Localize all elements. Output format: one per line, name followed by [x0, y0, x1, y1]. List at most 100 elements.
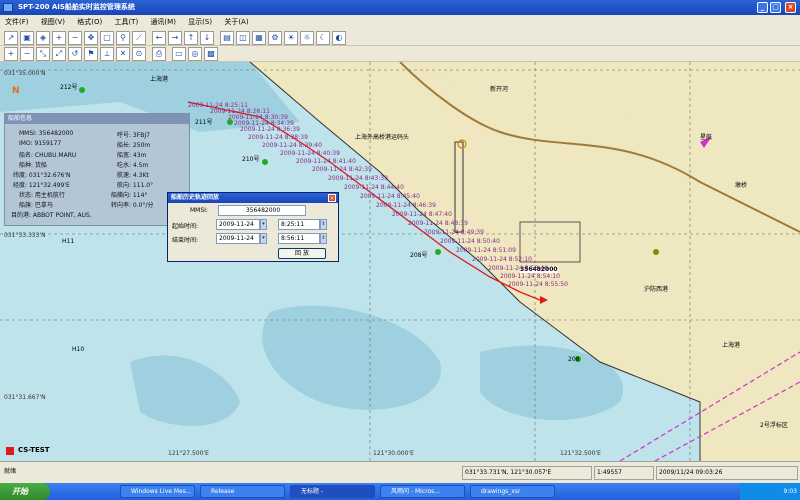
start-time-input[interactable]: 8:25:11: [278, 219, 320, 230]
lat-label-top: 031°35.000'N: [4, 70, 46, 77]
save-icon[interactable]: ▣: [20, 31, 34, 45]
info-mmsi: MMSI: 356482000: [19, 130, 74, 137]
info-course: 航向: 111.0°: [117, 182, 154, 189]
track-playback-dialog: 船舶历史轨迹回放 × MMSI: 356482000 起始时间: 2009-11…: [167, 192, 339, 262]
day-mode-icon[interactable]: ☼: [300, 31, 314, 45]
place-label: 210号: [242, 156, 260, 163]
menu-file[interactable]: 文件(F): [0, 15, 34, 30]
start-button[interactable]: 开始: [0, 483, 50, 500]
info-draft: 吃水: 4.5m: [117, 162, 149, 169]
lon-label-1: 121°27.500'E: [168, 450, 209, 457]
track-time: 2009-11-24 8:43:39: [328, 175, 388, 182]
track-time: 2009-11-24 8:53:40: [488, 265, 548, 272]
start-time-spinner[interactable]: ⇕: [320, 219, 327, 230]
task-item[interactable]: Windows Live Mes...: [120, 485, 195, 498]
start-date-dropdown-icon[interactable]: ▾: [260, 219, 267, 230]
place-label: 上海港: [722, 342, 741, 349]
info-imo: IMO: 9159177: [19, 140, 62, 147]
flag-icon[interactable]: ⚑: [84, 47, 98, 61]
place-label: 上海外高桥港运码头: [355, 134, 410, 141]
info-rot: 转向率: 0.0°/分: [111, 202, 154, 209]
status-bar: 就绪 031°33.731'N, 121°30.057'E 1:49557 20…: [0, 461, 800, 483]
ship-list-icon[interactable]: ▤: [220, 31, 234, 45]
end-time-spinner[interactable]: ⇕: [320, 233, 327, 244]
status-datetime: 2009/11/24 09:03:26: [656, 466, 798, 480]
start-date-picker[interactable]: 2009-11-24: [216, 219, 260, 230]
map-icon[interactable]: ▩: [204, 47, 218, 61]
arrow-left-icon[interactable]: ←: [152, 31, 166, 45]
mark-icon[interactable]: ✕: [116, 47, 130, 61]
task-item[interactable]: Release: [200, 485, 285, 498]
open-icon[interactable]: ↗: [4, 31, 18, 45]
track-time: 2009-11-24 8:50:40: [440, 238, 500, 245]
window-title: SPT-200 AIS船舶实时监控管理系统: [18, 3, 135, 11]
place-label: H11: [62, 238, 75, 245]
menu-tools[interactable]: 工具(T): [109, 15, 143, 30]
minimize-button[interactable]: _: [757, 2, 768, 13]
track-time: 2009-11-24 8:41:40: [296, 158, 356, 165]
settings-icon[interactable]: ⚙: [268, 31, 282, 45]
menu-display[interactable]: 显示(S): [183, 15, 217, 30]
task-item[interactable]: drawings_xsr: [470, 485, 555, 498]
info-flag: 船旗: 巴拿马: [19, 202, 53, 209]
info-heading: 船艏向: 114°: [111, 192, 148, 199]
close-button[interactable]: ×: [785, 2, 796, 13]
menu-format[interactable]: 格式(O): [72, 15, 107, 30]
pan-icon[interactable]: ✥: [84, 31, 98, 45]
track-time: 2009-11-24 8:40:39: [280, 150, 340, 157]
search-icon[interactable]: ⚲: [116, 31, 130, 45]
end-date-dropdown-icon[interactable]: ▾: [260, 233, 267, 244]
radar-icon[interactable]: ◎: [188, 47, 202, 61]
palette-icon[interactable]: ◐: [332, 31, 346, 45]
info-callsign: 呼号: 3FBJ7: [117, 132, 150, 139]
zoom-in-icon[interactable]: +: [52, 31, 66, 45]
play-button[interactable]: 回 放: [278, 248, 326, 259]
place-label: H10: [72, 346, 85, 353]
route-icon[interactable]: ⟂: [100, 47, 114, 61]
zoom-window-icon[interactable]: ⤡: [36, 47, 50, 61]
task-item[interactable]: 风雨问 - Micros...: [380, 485, 465, 498]
track-time: 2009-11-24 8:51:09: [456, 247, 516, 254]
pin-icon[interactable]: ⊙: [132, 47, 146, 61]
measure-icon[interactable]: ⟋: [132, 31, 146, 45]
end-time-input[interactable]: 8:56:11: [278, 233, 320, 244]
menu-view[interactable]: 视图(V): [36, 15, 70, 30]
menu-about[interactable]: 关于(A): [219, 15, 253, 30]
full-extent-icon[interactable]: ⤢: [52, 47, 66, 61]
info-name: 船名: CHUBU.MARU: [19, 152, 77, 159]
place-label: 212号: [60, 84, 78, 91]
night-mode-icon[interactable]: ☾: [316, 31, 330, 45]
select-icon[interactable]: ▢: [100, 31, 114, 45]
maximize-button[interactable]: □: [770, 2, 781, 13]
zoom-plus-icon[interactable]: +: [4, 47, 18, 61]
task-item[interactable]: 无标题 -: [290, 485, 375, 498]
track-icon[interactable]: ◫: [236, 31, 250, 45]
sun-icon[interactable]: ☀: [284, 31, 298, 45]
lat-label-low: 031°31.667'N: [4, 394, 46, 401]
dialog-close-button[interactable]: ×: [328, 194, 336, 202]
arrow-down-icon[interactable]: ↓: [200, 31, 214, 45]
menu-comm[interactable]: 通讯(M): [145, 15, 181, 30]
end-time-label: 结束时间:: [172, 237, 199, 244]
toolbar-map: + − ⤡ ⤢ ↺ ⚑ ⟂ ✕ ⊙ ⎙ ▭ ◎ ▩: [0, 46, 800, 62]
place-label: 星航: [700, 134, 713, 141]
end-date-picker[interactable]: 2009-11-24: [216, 233, 260, 244]
layers-icon[interactable]: ◈: [36, 31, 50, 45]
zoom-out-icon[interactable]: −: [68, 31, 82, 45]
status-coords: 031°33.731'N, 121°30.057'E: [462, 466, 592, 480]
start-time-label: 起始时间:: [172, 223, 199, 230]
status-scale: 1:49557: [594, 466, 654, 480]
view-icon[interactable]: ▭: [172, 47, 186, 61]
mmsi-input[interactable]: 356482000: [218, 205, 306, 216]
arrow-right-icon[interactable]: →: [168, 31, 182, 45]
menu-bar: 文件(F) 视图(V) 格式(O) 工具(T) 通讯(M) 显示(S) 关于(A…: [0, 15, 800, 30]
arrow-up-icon[interactable]: ↑: [184, 31, 198, 45]
chart-icon[interactable]: ▦: [252, 31, 266, 45]
dialog-title: 船舶历史轨迹回放: [168, 193, 338, 203]
rotate-icon[interactable]: ↺: [68, 47, 82, 61]
ship-info-title: 船舶信息: [5, 114, 189, 124]
zoom-minus-icon[interactable]: −: [20, 47, 34, 61]
print-icon[interactable]: ⎙: [152, 47, 166, 61]
place-label: 墩桥: [735, 182, 748, 189]
info-lon: 经度: 121°32.499'E: [13, 182, 70, 189]
